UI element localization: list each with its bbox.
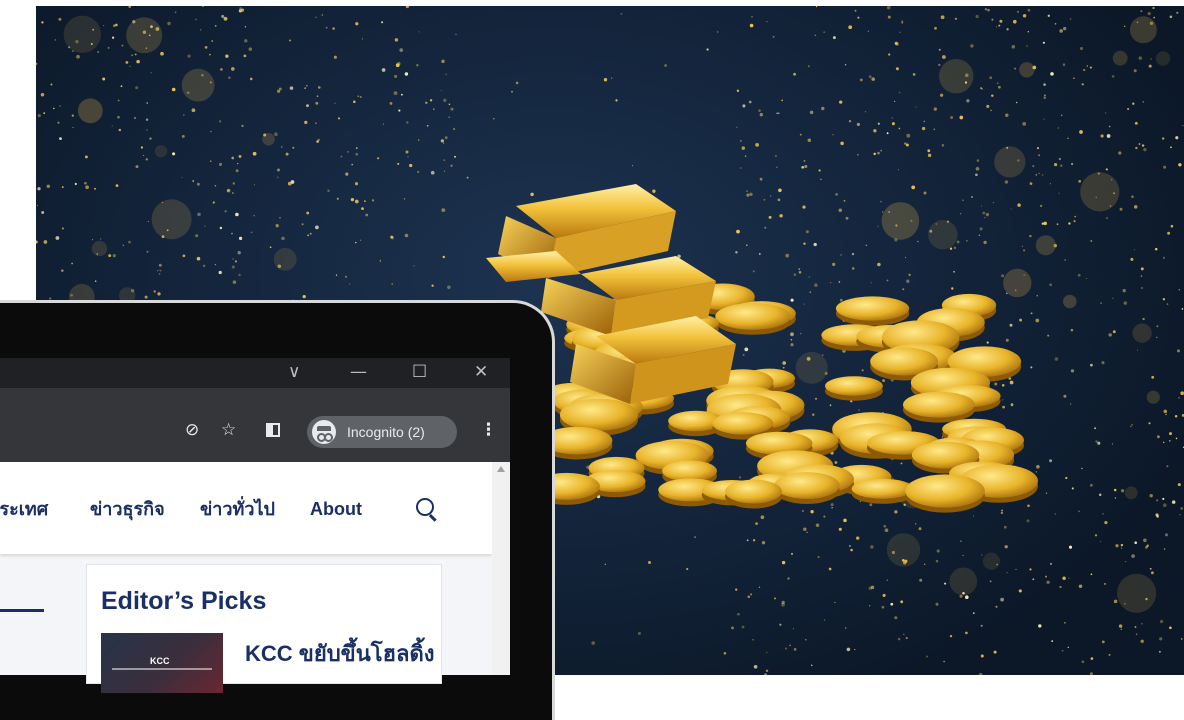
- nav-item-about[interactable]: About: [310, 498, 362, 520]
- nav-item-country[interactable]: ประเทศ: [0, 498, 48, 520]
- section-underline: [0, 609, 44, 612]
- coin-face: [905, 474, 985, 508]
- coin-face: [902, 391, 975, 418]
- scroll-up-arrow-icon[interactable]: [497, 466, 505, 472]
- editors-picks-title: Editor’s Picks: [101, 587, 267, 615]
- pick-thumbnail-label: KCC: [150, 656, 170, 666]
- minimize-icon[interactable]: —: [350, 362, 367, 382]
- pick-headline-link[interactable]: KCC ขยับขึ้นโฮลดิ้ง: [245, 640, 435, 668]
- pick-thumbnail-caption-line: [112, 668, 212, 670]
- maximize-icon[interactable]: ☐: [412, 362, 427, 382]
- incognito-label: Incognito (2): [347, 424, 425, 440]
- nav-item-general-news[interactable]: ข่าวทั่วไป: [200, 498, 275, 520]
- browser-titlebar: [0, 358, 510, 388]
- search-icon[interactable]: [416, 498, 434, 516]
- page-scrollbar[interactable]: [492, 462, 510, 675]
- bookmark-star-icon[interactable]: ☆: [221, 420, 236, 440]
- coin-face: [835, 296, 910, 321]
- tab-search-dropdown-icon[interactable]: ∨: [288, 362, 300, 382]
- incognito-icon: [312, 420, 336, 444]
- side-panel-icon-fill: [268, 425, 273, 435]
- coin-face: [715, 303, 791, 330]
- close-icon[interactable]: ✕: [474, 362, 488, 382]
- coin-face: [712, 412, 774, 435]
- coin-face: [559, 398, 639, 431]
- coin-face: [851, 478, 914, 499]
- coin-face: [825, 376, 883, 396]
- side-panel-icon[interactable]: [266, 423, 280, 437]
- nav-item-business-news[interactable]: ข่าวธุรกิจ: [90, 498, 165, 520]
- eye-off-icon[interactable]: ⊘: [185, 420, 199, 440]
- coin-face: [774, 472, 840, 499]
- coin-face: [662, 460, 717, 482]
- coin-face: [725, 479, 783, 504]
- browser-menu-icon[interactable]: ⋮: [480, 420, 497, 440]
- incognito-button[interactable]: Incognito (2): [307, 416, 457, 448]
